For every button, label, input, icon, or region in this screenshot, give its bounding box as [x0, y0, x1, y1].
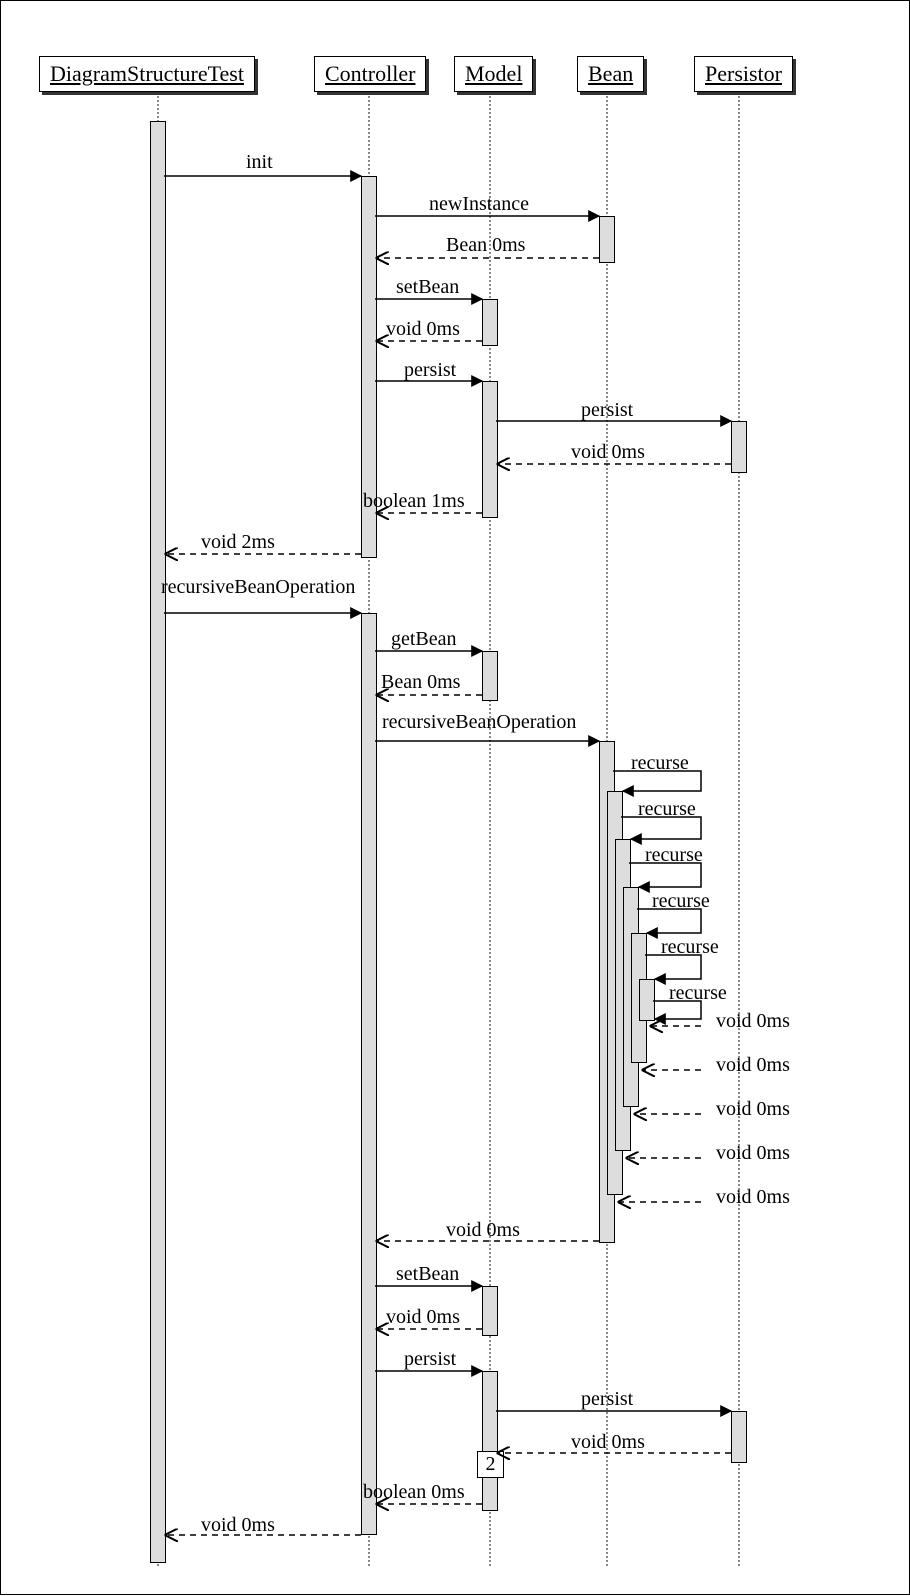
- arrow-layer: [1, 1, 910, 1596]
- diagram-frame: DiagramStructureTest Controller Model Be…: [0, 0, 910, 1595]
